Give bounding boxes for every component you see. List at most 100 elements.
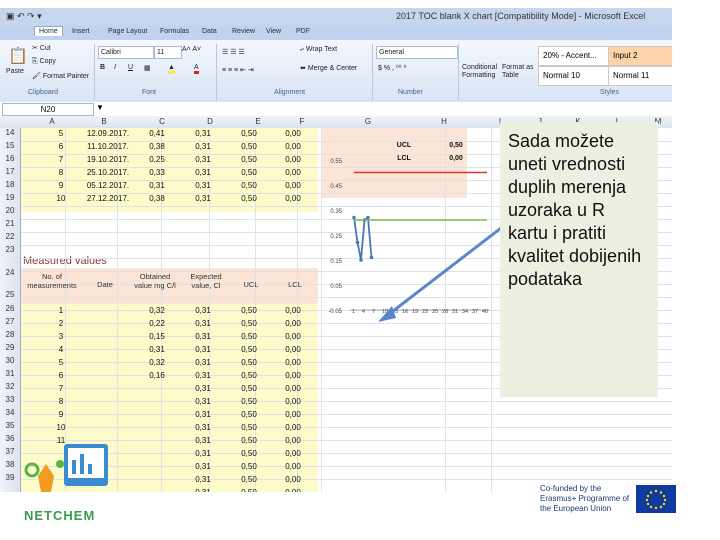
name-box[interactable]: N20 — [2, 103, 94, 116]
table-cell[interactable]: 0,31 — [181, 155, 225, 164]
measured-cell[interactable]: 0,00 — [273, 449, 313, 458]
measured-cell[interactable]: 0,50 — [227, 410, 271, 419]
column-header-b[interactable]: B — [98, 117, 110, 126]
table-cell[interactable]: 9 — [41, 181, 81, 190]
measured-cell[interactable]: 0,31 — [181, 358, 225, 367]
row-header[interactable]: 36 — [0, 434, 20, 443]
measured-cell[interactable]: 6 — [41, 371, 81, 380]
row-header[interactable]: 22 — [0, 232, 20, 241]
row-header[interactable]: 29 — [0, 343, 20, 352]
measured-cell[interactable]: 5 — [41, 358, 81, 367]
measured-cell[interactable]: 0,50 — [227, 345, 271, 354]
row-header[interactable]: 15 — [0, 141, 20, 150]
tab-page-layout[interactable]: Page Layout — [104, 27, 151, 36]
column-header-f[interactable]: F — [296, 117, 308, 126]
measured-cell[interactable]: 0,31 — [181, 436, 225, 445]
row-header[interactable]: 31 — [0, 369, 20, 378]
measured-cell[interactable]: 0,00 — [273, 410, 313, 419]
measured-cell[interactable]: 0,00 — [273, 306, 313, 315]
measured-cell[interactable]: 4 — [41, 345, 81, 354]
table-cell[interactable]: 0,50 — [227, 155, 271, 164]
table-cell[interactable]: 7 — [41, 155, 81, 164]
column-header-d[interactable]: D — [204, 117, 216, 126]
cut-button[interactable]: ✂ Cut — [32, 44, 51, 52]
measured-cell[interactable]: 0,00 — [273, 475, 313, 484]
style-normal-10[interactable]: Normal 10 — [538, 66, 610, 86]
column-header-c[interactable]: C — [156, 117, 168, 126]
measured-cell[interactable]: 0,50 — [227, 384, 271, 393]
measured-cell[interactable]: 0,16 — [135, 371, 179, 380]
table-cell[interactable]: 0,41 — [135, 129, 179, 138]
measured-cell[interactable]: 0,15 — [135, 332, 179, 341]
measured-cell[interactable]: 0,31 — [181, 410, 225, 419]
table-cell[interactable]: 0,00 — [273, 194, 313, 203]
row-header[interactable]: 20 — [0, 206, 20, 215]
table-cell[interactable]: 5 — [41, 129, 81, 138]
measured-cell[interactable]: 0,31 — [181, 449, 225, 458]
table-cell[interactable]: 27.12.2017. — [83, 194, 133, 203]
measured-cell[interactable]: 10 — [41, 423, 81, 432]
table-cell[interactable]: 0,50 — [227, 129, 271, 138]
border-icon[interactable]: ▦ — [144, 64, 151, 72]
measured-cell[interactable]: 0,50 — [227, 397, 271, 406]
measured-cell[interactable]: 0,50 — [227, 319, 271, 328]
measured-cell[interactable]: 0,31 — [181, 332, 225, 341]
measured-cell[interactable]: 7 — [41, 384, 81, 393]
row-header[interactable]: 27 — [0, 317, 20, 326]
measured-cell[interactable]: 0,31 — [181, 397, 225, 406]
row-header[interactable]: 25 — [0, 290, 20, 299]
table-cell[interactable]: 11.10.2017. — [83, 142, 133, 151]
row-header[interactable]: 26 — [0, 304, 20, 313]
measured-cell[interactable]: 0,00 — [273, 397, 313, 406]
table-cell[interactable]: 0,31 — [181, 194, 225, 203]
measured-cell[interactable]: 1 — [41, 306, 81, 315]
measured-cell[interactable]: 0,00 — [273, 423, 313, 432]
paste-icon[interactable]: 📋 — [8, 46, 28, 66]
wrap-text-button[interactable]: ⤶ Wrap Text — [300, 46, 337, 54]
measured-cell[interactable]: 0,31 — [181, 475, 225, 484]
merge-center-button[interactable]: ⬌ Merge & Center — [300, 64, 357, 72]
tab-insert[interactable]: Insert — [68, 27, 94, 36]
measured-cell[interactable]: 0,31 — [135, 345, 179, 354]
tab-formulas[interactable]: Formulas — [156, 27, 193, 36]
measured-cell[interactable]: 0,31 — [181, 345, 225, 354]
measured-cell[interactable]: 0,31 — [181, 319, 225, 328]
row-header[interactable]: 16 — [0, 154, 20, 163]
row-header[interactable]: 14 — [0, 128, 20, 137]
measured-cell[interactable]: 0,31 — [181, 306, 225, 315]
row-header[interactable]: 33 — [0, 395, 20, 404]
table-cell[interactable]: 0,31 — [181, 129, 225, 138]
format-as-table-button[interactable]: Format as Table — [502, 64, 534, 80]
measured-cell[interactable]: 0,50 — [227, 475, 271, 484]
column-header-a[interactable]: A — [46, 117, 58, 126]
style-normal-11[interactable]: Normal 11 — [608, 66, 672, 86]
table-cell[interactable]: 0,31 — [181, 181, 225, 190]
table-cell[interactable]: 0,00 — [273, 142, 313, 151]
measured-cell[interactable]: 0,31 — [181, 423, 225, 432]
horizontal-align-icons[interactable]: ≡ ≡ ≡ ⇤ ⇥ — [222, 66, 254, 74]
table-cell[interactable]: 0,31 — [135, 181, 179, 190]
vertical-align-icons[interactable]: ☰ ☰ ☰ — [222, 48, 245, 56]
tab-view[interactable]: View — [262, 27, 285, 36]
row-header[interactable]: 39 — [0, 473, 20, 482]
table-cell[interactable]: 05.12.2017. — [83, 181, 133, 190]
measured-cell[interactable]: 0,00 — [273, 319, 313, 328]
table-cell[interactable]: 0,00 — [273, 129, 313, 138]
measured-cell[interactable]: 8 — [41, 397, 81, 406]
table-cell[interactable]: 0,00 — [273, 155, 313, 164]
measured-cell[interactable]: 0,32 — [135, 306, 179, 315]
table-cell[interactable]: 0,50 — [227, 168, 271, 177]
number-format-select[interactable]: General — [376, 46, 458, 59]
row-header[interactable]: 35 — [0, 421, 20, 430]
font-size-select[interactable]: 11 — [154, 46, 182, 59]
table-cell[interactable]: 12.09.2017. — [83, 129, 133, 138]
column-header-h[interactable]: H — [438, 117, 450, 126]
name-box-dropdown-icon[interactable]: ▼ — [96, 103, 104, 112]
measured-cell[interactable]: 0,50 — [227, 436, 271, 445]
row-header[interactable]: 24 — [0, 268, 20, 277]
table-cell[interactable]: 0,33 — [135, 168, 179, 177]
measured-cell[interactable]: 9 — [41, 410, 81, 419]
tab-data[interactable]: Data — [198, 27, 221, 36]
column-header-g[interactable]: G — [362, 117, 374, 126]
measured-cell[interactable]: 0,00 — [273, 462, 313, 471]
